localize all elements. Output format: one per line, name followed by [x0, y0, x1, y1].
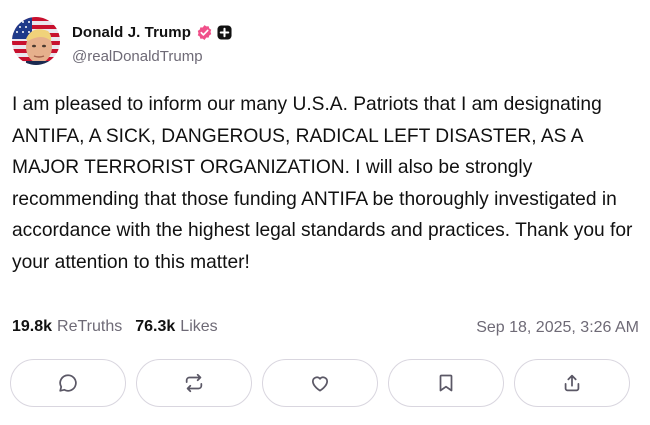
avatar-image: [12, 17, 60, 65]
likes-count[interactable]: 76.3k: [135, 318, 175, 336]
retruth-button[interactable]: [136, 359, 252, 407]
share-icon: [564, 374, 580, 392]
plus-badge-icon: [217, 24, 232, 40]
bookmark-button[interactable]: [388, 359, 504, 407]
post-text: I am pleased to inform our many U.S.A. P…: [12, 94, 633, 273]
reply-button[interactable]: [10, 359, 126, 407]
likes-label[interactable]: Likes: [180, 318, 217, 336]
retruth-icon: [185, 373, 203, 393]
avatar[interactable]: [12, 17, 60, 65]
post-timestamp[interactable]: Sep 18, 2025, 3:26 AM: [476, 319, 639, 337]
retruths-label[interactable]: ReTruths: [57, 318, 122, 336]
verified-badge-icon: [196, 24, 213, 41]
bookmark-icon: [439, 374, 453, 392]
like-button[interactable]: [262, 359, 378, 407]
author-handle[interactable]: @realDonaldTrump: [72, 48, 203, 65]
retruths-count[interactable]: 19.8k: [12, 318, 52, 336]
post-stats: 19.8k ReTruths 76.3k Likes: [12, 318, 218, 336]
share-button[interactable]: [514, 359, 630, 407]
name-row: Donald J. Trump: [72, 22, 232, 42]
truth-post: Donald J. Trump @realDonaldTrump I am pl…: [0, 0, 650, 425]
action-bar: [10, 359, 630, 407]
display-name[interactable]: Donald J. Trump: [72, 24, 191, 41]
comment-icon: [59, 374, 77, 392]
heart-icon: [311, 376, 329, 392]
